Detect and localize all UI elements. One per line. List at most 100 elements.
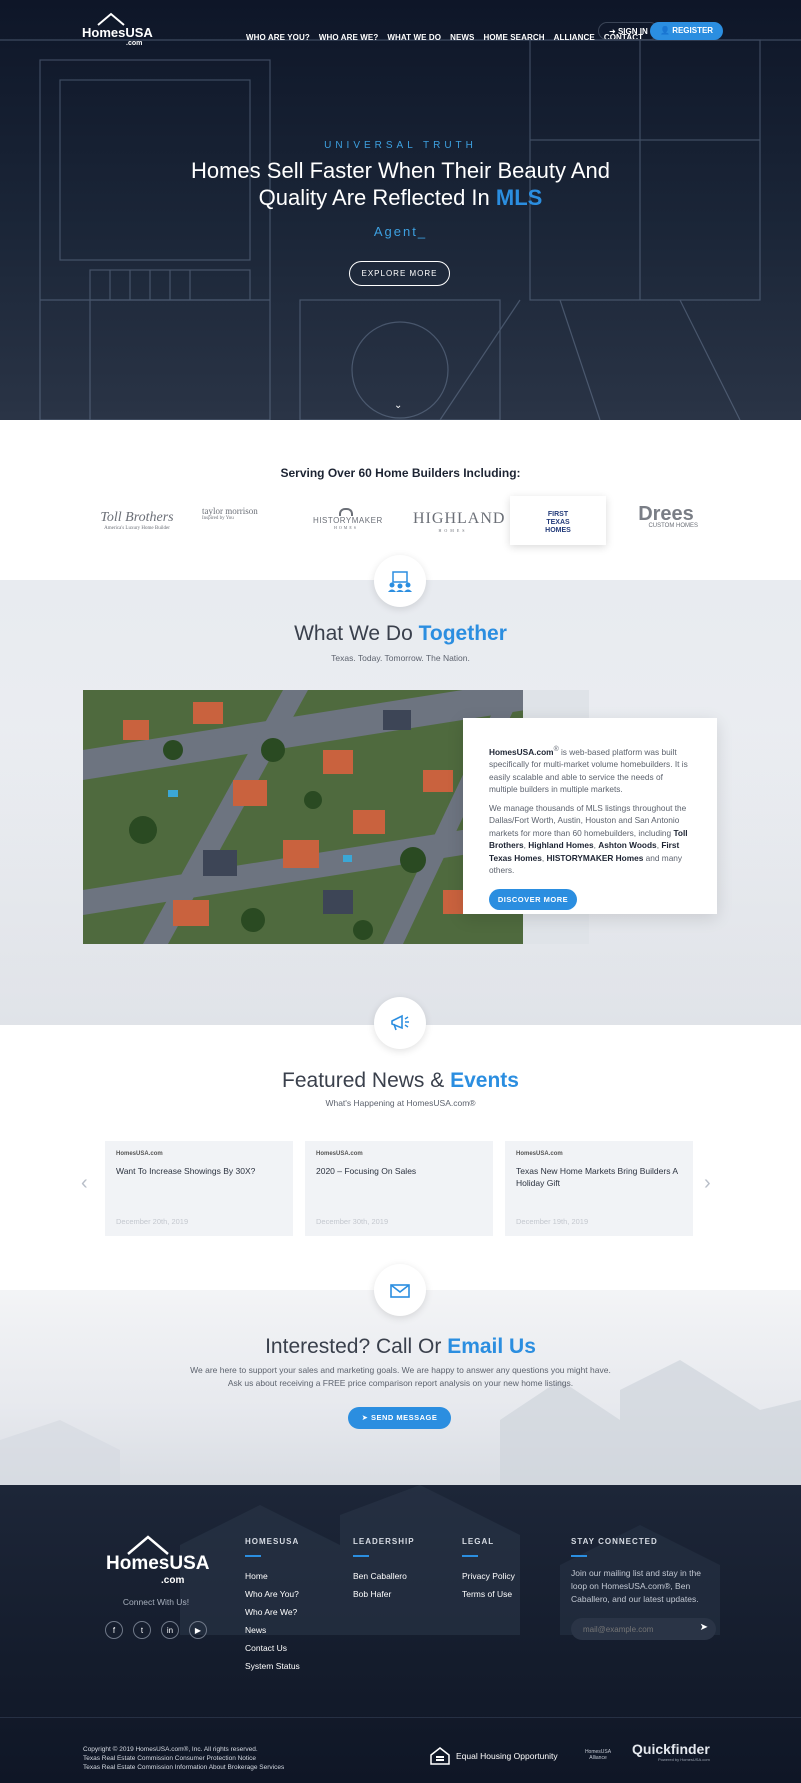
footer-logo-text: HomesUSA	[106, 1553, 210, 1574]
builder-logo-historymaker: HISTORYMAKER HOMES	[313, 508, 383, 530]
builders-title: Serving Over 60 Home Builders Including:	[280, 466, 521, 480]
footer-col-stay-connected: STAY CONNECTED Join our mailing list and…	[571, 1537, 716, 1640]
footer-col-title: LEGAL	[462, 1537, 495, 1546]
card-logo-sub: .com	[148, 1151, 163, 1157]
send-arrow-icon[interactable]: ➤	[700, 1622, 708, 1633]
builder-logo-drees: Drees CUSTOM HOMES	[634, 503, 698, 529]
brand-name: HomesUSA.com	[489, 746, 554, 757]
builder-name: Highland Homes	[528, 840, 594, 851]
what-we-do-subtitle: Texas. Today. Tomorrow. The Nation.	[331, 653, 470, 663]
footer-link-privacy-policy[interactable]: Privacy Policy	[462, 1567, 515, 1585]
contact-line2: Ask us about receiving a FREE price comp…	[227, 1378, 574, 1388]
youtube-icon[interactable]: ▶	[189, 1621, 207, 1639]
builder-logo-highland: HIGHLAND HOMES	[413, 510, 506, 533]
historymaker-text: HISTORYMAKER	[313, 516, 383, 525]
sign-in-label: SIGN IN	[617, 27, 648, 36]
news-card-logo: HomesUSA.com	[316, 1151, 482, 1157]
consumer-protection-link[interactable]: Texas Real Estate Commission Consumer Pr…	[83, 1754, 284, 1763]
hero-headline-text: Quality Are Reflected In	[258, 185, 496, 210]
news-card[interactable]: HomesUSA.com Texas New Home Markets Brin…	[505, 1141, 693, 1236]
send-message-button[interactable]: ➤ SEND MESSAGE	[348, 1407, 451, 1429]
builder-name: HISTORYMAKER Homes	[546, 852, 644, 863]
scroll-down-chevron-icon[interactable]: ⌄	[394, 400, 402, 411]
brokerage-services-link[interactable]: Texas Real Estate Commission Information…	[83, 1763, 284, 1772]
footer-link-bob-hafer[interactable]: Bob Hafer	[353, 1585, 415, 1603]
title-highlight: Events	[450, 1069, 519, 1092]
drees-text: Drees	[638, 503, 694, 525]
discover-more-button[interactable]: DISCOVER MORE	[489, 888, 577, 910]
nav-news[interactable]: NEWS	[450, 33, 474, 42]
card-logo-text: HomesUSA	[516, 1151, 549, 1157]
equal-housing-icon	[430, 1747, 450, 1765]
sign-in-icon: ➜	[609, 27, 618, 36]
card-logo-text: HomesUSA	[316, 1151, 349, 1157]
news-card-date: December 30th, 2019	[316, 1217, 389, 1226]
copyright-text: Copyright © 2019 HomesUSA.com®, Inc. All…	[83, 1746, 258, 1753]
footer-link-news[interactable]: News	[245, 1621, 300, 1639]
builder-logo-toll-brothers: Toll Brothers America's Luxury Home Buil…	[96, 510, 178, 531]
register-button[interactable]: 👤 REGISTER	[650, 22, 724, 40]
what-we-do-card: HomesUSA.com® is web-based platform was …	[463, 718, 717, 914]
footer-divider	[0, 1717, 801, 1718]
highland-text: HIGHLAND	[413, 510, 506, 527]
social-links: f t in ▶	[105, 1621, 207, 1639]
mail-glyph-icon	[390, 1284, 410, 1298]
hero-section: HomesUSA .com WHO ARE YOU? WHO ARE WE? WHA…	[0, 0, 801, 420]
card-logo-sub: .com	[548, 1151, 563, 1157]
nav-home-search[interactable]: HOME SEARCH	[483, 33, 544, 42]
twitter-icon[interactable]: t	[133, 1621, 151, 1639]
news-card-date: December 19th, 2019	[516, 1217, 589, 1226]
news-title: Featured News & Events	[0, 1069, 801, 1093]
toll-brothers-sub: America's Luxury Home Builder	[104, 526, 170, 531]
site-footer: HomesUSA .com Connect With Us! f t in ▶ …	[0, 1485, 801, 1783]
quickfinder-logo[interactable]: Quickfinder Powered by HomesUSA.com	[632, 1741, 710, 1762]
footer-tagline: Connect With Us!	[122, 1597, 190, 1607]
title-text: What We Do	[294, 622, 419, 645]
hero-headline-highlight: MLS	[495, 185, 543, 210]
nav-who-are-we[interactable]: WHO ARE WE?	[319, 33, 378, 42]
nav-what-we-do[interactable]: WHAT WE DO	[387, 33, 441, 42]
quickfinder-sub: Powered by HomesUSA.com	[658, 1757, 710, 1762]
news-card[interactable]: HomesUSA.com Want To Increase Showings B…	[105, 1141, 293, 1236]
footer-logo-sub: .com	[161, 1575, 185, 1586]
newsletter-email-input[interactable]	[571, 1618, 691, 1640]
toll-brothers-text: Toll Brothers	[100, 510, 174, 525]
card-logo-text: HomesUSA	[116, 1151, 149, 1157]
explore-more-button[interactable]: EXPLORE MORE	[349, 261, 450, 286]
footer-col-divider	[462, 1555, 478, 1557]
footer-legal: Copyright © 2019 HomesUSA.com®, Inc. All…	[83, 1745, 284, 1772]
house-roof-icon	[97, 12, 125, 26]
register-label: REGISTER	[672, 26, 714, 35]
logo-sub: .com	[126, 40, 143, 47]
nav-alliance[interactable]: ALLIANCE	[554, 33, 595, 42]
linkedin-icon[interactable]: in	[161, 1621, 179, 1639]
typed-role-text: Agent_	[373, 224, 428, 239]
footer-link-contact-us[interactable]: Contact Us	[245, 1639, 300, 1657]
carousel-prev-arrow-icon[interactable]: ‹	[81, 1172, 88, 1195]
footer-link-ben-caballero[interactable]: Ben Caballero	[353, 1567, 415, 1585]
carousel-next-arrow-icon[interactable]: ›	[704, 1172, 711, 1195]
footer-link-who-are-you[interactable]: Who Are You?	[245, 1585, 300, 1603]
builder-name: Ashton Woods	[598, 840, 657, 851]
main-nav: WHO ARE YOU? WHO ARE WE? WHAT WE DO NEWS HOM…	[246, 27, 652, 45]
house-roof-icon	[127, 1535, 169, 1555]
footer-link-terms-of-use[interactable]: Terms of Use	[462, 1585, 515, 1603]
what-we-do-title: What We Do Together	[0, 622, 801, 646]
nav-who-are-you[interactable]: WHO ARE YOU?	[246, 33, 310, 42]
megaphone-glyph-icon	[391, 1014, 409, 1031]
card-logo-sub: .com	[348, 1151, 363, 1157]
builder-logo-first-texas: FIRST TEXAS HOMES	[510, 496, 606, 545]
equal-housing-logo: Equal Housing Opportunity	[430, 1747, 558, 1765]
historymaker-sub: HOMES	[333, 525, 358, 530]
footer-link-home[interactable]: Home	[245, 1567, 300, 1585]
footer-link-system-status[interactable]: System Status	[245, 1657, 300, 1675]
hero-headline-line1: Homes Sell Faster When Their Beauty And	[190, 158, 610, 183]
send-message-label: SEND MESSAGE	[370, 1413, 438, 1422]
footer-link-who-are-we[interactable]: Who Are We?	[245, 1603, 300, 1621]
news-card[interactable]: HomesUSA.com 2020 – Focusing On Sales De…	[305, 1141, 493, 1236]
news-card-title: Texas New Home Markets Bring Builders A …	[516, 1166, 678, 1188]
facebook-icon[interactable]: f	[105, 1621, 123, 1639]
footer-col-title: HOMESUSA	[245, 1537, 300, 1546]
title-highlight: Together	[418, 622, 507, 645]
taylor-morrison-sub: Inspired by You	[202, 516, 234, 521]
